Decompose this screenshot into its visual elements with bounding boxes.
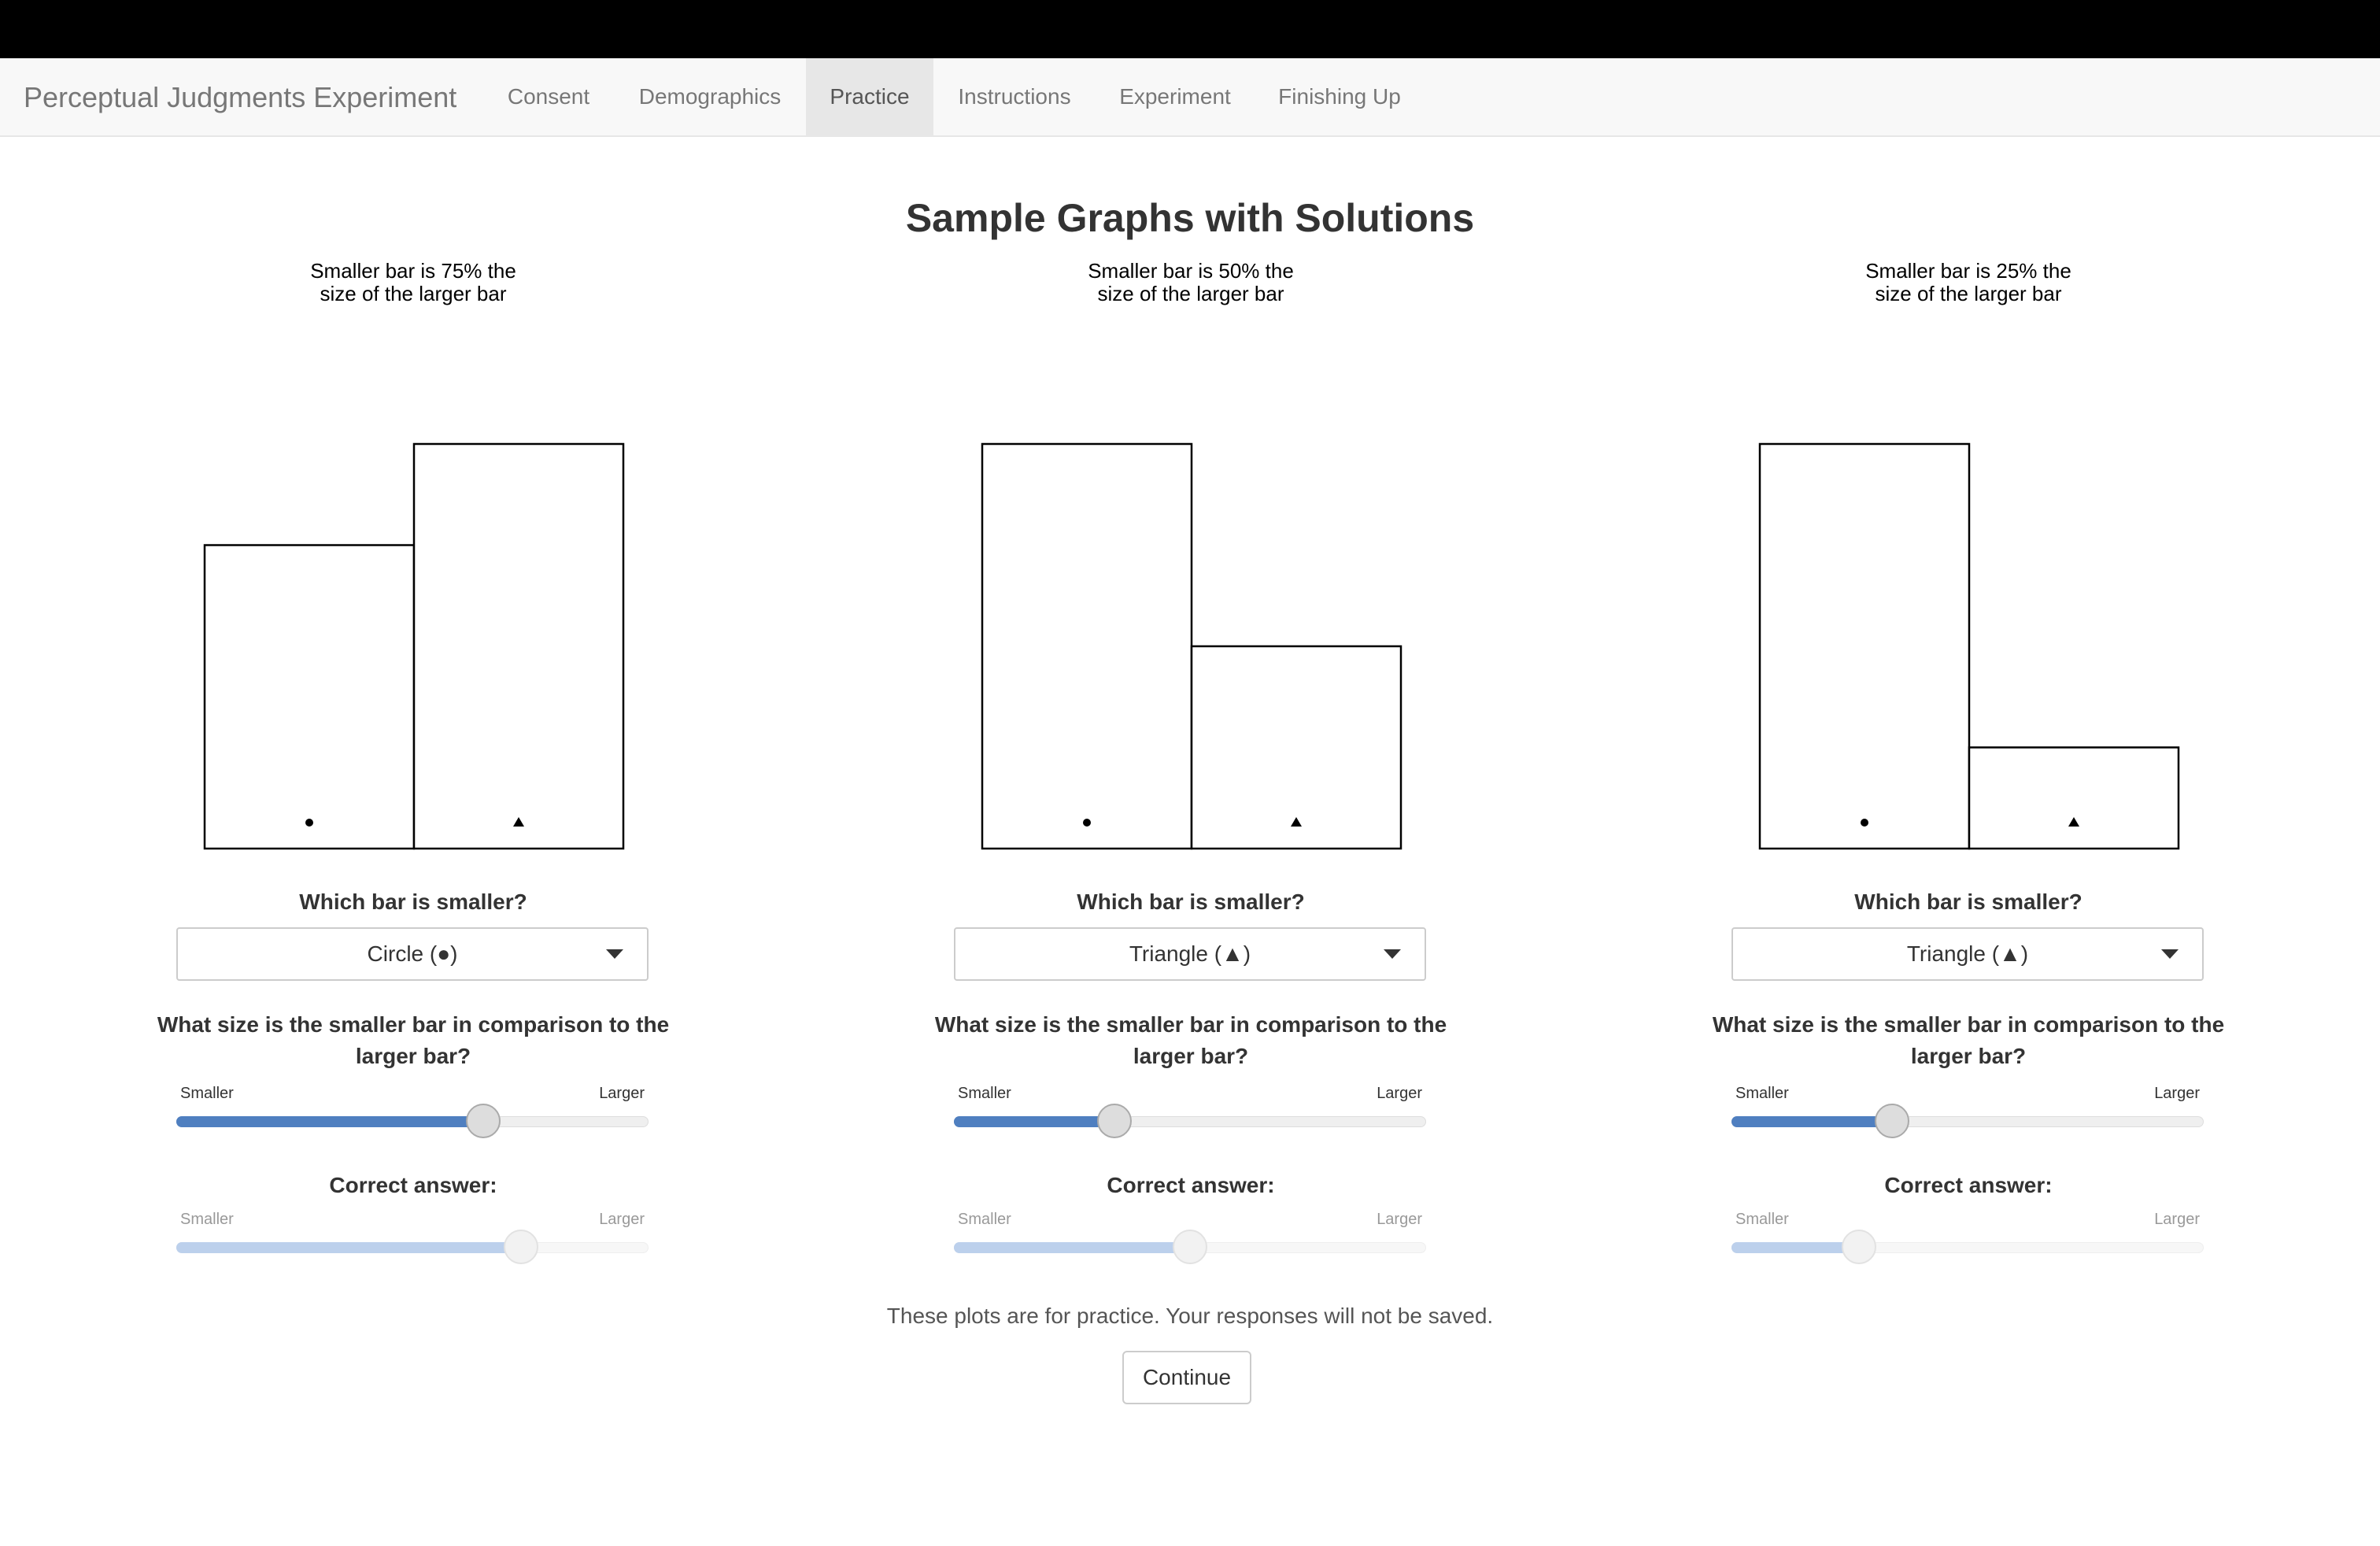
slider-max-label: Larger [2154,1211,2200,1228]
practice-panel: Smaller bar is 50% the size of the large… [915,260,1466,1283]
bar-circle [203,544,416,850]
nav-tab-consent[interactable]: Consent [485,58,612,135]
slider-handle[interactable] [1875,1104,1909,1138]
slider-min-label: Smaller [180,1211,234,1228]
practice-note: These plots are for practice. Your respo… [886,1304,1494,1328]
slider-handle[interactable] [1097,1104,1132,1138]
circle-marker [1083,819,1091,827]
slider-min-label: Smaller [1735,1085,1789,1102]
correct-answer-label: Correct answer: [329,1173,497,1197]
nav-tab-finishing-up[interactable]: Finishing Up [1256,58,1423,135]
select-value: Triangle (▲) [1129,941,1251,966]
nav-tab-experiment[interactable]: Experiment [1096,58,1255,135]
bar-chart [1758,442,2180,850]
circle-marker [1861,819,1868,827]
practice-panel: Smaller bar is 25% the size of the large… [1693,260,2244,1283]
correct-answer-label: Correct answer: [1884,1173,2053,1197]
slider-min-label: Smaller [958,1085,1011,1102]
slider-handle [1173,1230,1207,1264]
slider-max-label: Larger [1377,1085,1422,1102]
slider-max-label: Larger [599,1211,645,1228]
chevron-down-icon [1384,949,1401,959]
slider-fill [954,1116,1114,1127]
continue-button[interactable]: Continue [1122,1351,1251,1404]
slider-max-label: Larger [1377,1211,1422,1228]
practice-panel: Smaller bar is 75% the size of the large… [138,260,689,1283]
smaller-bar-select[interactable]: Triangle (▲) [954,927,1426,981]
nav-tab-instructions[interactable]: Instructions [935,58,1094,135]
window-top-bar [0,0,2380,58]
bar-circle [1758,442,1971,850]
slider-max-label: Larger [599,1085,645,1102]
slider-handle[interactable] [466,1104,501,1138]
bar-chart [981,442,1402,850]
chevron-down-icon [606,949,623,959]
slider-handle [1842,1230,1876,1264]
question-which-bar: Which bar is smaller? [1077,890,1305,914]
slider-fill [1731,1116,1892,1127]
slider-min-label: Smaller [958,1211,1011,1228]
response-slider[interactable]: Smaller Larger [1731,1085,2204,1138]
navbar-brand[interactable]: Perceptual Judgments Experiment [24,58,456,137]
nav-tab-demographics[interactable]: Demographics [614,58,806,135]
slider-min-label: Smaller [180,1085,234,1102]
question-size: What size is the smaller bar in comparis… [157,1012,670,1068]
question-which-bar: Which bar is smaller? [299,890,527,914]
bar-triangle [412,442,625,850]
slider-fill [176,1116,483,1127]
response-slider[interactable]: Smaller Larger [176,1085,649,1138]
smaller-bar-select[interactable]: Triangle (▲) [1731,927,2204,981]
correct-answer-label: Correct answer: [1107,1173,1275,1197]
page-title: Sample Graphs with Solutions [905,196,1475,240]
slider-max-label: Larger [2154,1085,2200,1102]
select-value: Circle (●) [367,941,458,966]
response-slider[interactable]: Smaller Larger [954,1085,1426,1138]
chevron-down-icon [2161,949,2179,959]
bar-triangle [1968,746,2180,850]
slider-fill [954,1242,1190,1253]
navbar: Perceptual Judgments Experiment Consent … [0,58,2380,137]
question-size: What size is the smaller bar in comparis… [1712,1012,2225,1068]
circle-marker [305,819,313,827]
select-value: Triangle (▲) [1906,941,2029,966]
bar-chart [203,442,625,850]
slider-handle [504,1230,538,1264]
correct-answer-slider: Smaller Larger [176,1211,649,1264]
slider-fill [1731,1242,1859,1253]
correct-answer-slider: Smaller Larger [1731,1211,2204,1264]
question-which-bar: Which bar is smaller? [1854,890,2082,914]
bar-circle [981,442,1193,850]
correct-answer-slider: Smaller Larger [954,1211,1426,1264]
nav-tab-practice[interactable]: Practice [806,58,933,135]
slider-min-label: Smaller [1735,1211,1789,1228]
slider-fill [176,1242,521,1253]
question-size: What size is the smaller bar in comparis… [934,1012,1447,1068]
smaller-bar-select[interactable]: Circle (●) [176,927,649,981]
